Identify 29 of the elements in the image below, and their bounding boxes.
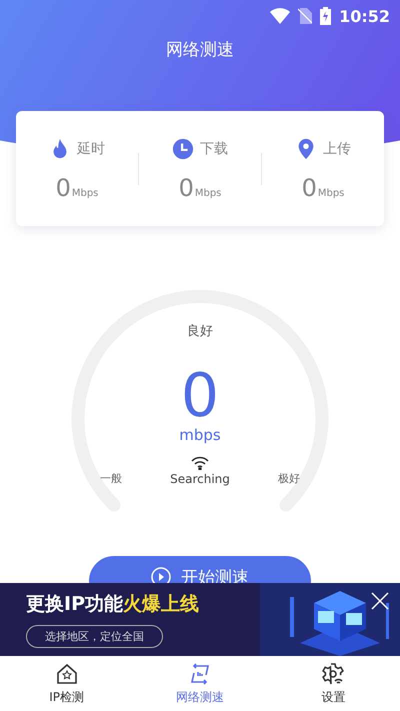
stat-unit: Mbps [318,188,344,198]
battery-charging-icon [320,7,332,25]
house-star-icon [54,662,79,686]
banner-subtitle: 选择地区，定位全国 [26,625,163,648]
wifi-icon [270,8,290,24]
scale-max-label: 极好 [278,471,300,486]
speed-unit: mbps [179,426,221,444]
stat-value: 0 [178,174,194,202]
page-title: 网络测速 [166,39,234,61]
status-text: Searching [170,472,230,486]
gear-wifi-icon [321,662,346,686]
nav-tab[interactable]: IP检测 [0,656,134,711]
close-icon[interactable] [370,591,390,611]
scale-min-label: 一般 [100,471,122,486]
rating-label: 良好 [187,323,213,340]
nav-tab[interactable]: 设置 [266,656,400,711]
stat-value: 0 [302,174,317,202]
stat-label: 延时 [77,140,105,158]
stat-label: 下载 [200,140,228,158]
no-sim-icon [298,8,312,24]
stat-unit: Mbps [194,188,222,198]
nav-tab[interactable]: 网络测速 [133,656,267,711]
stat-label: 上传 [323,140,351,158]
speed-value: 0 [180,366,220,426]
stat-unit: Mbps [72,188,98,198]
stat-value: 0 [56,174,71,202]
status-time: 10:52 [339,6,390,26]
wifi-icon [190,456,209,470]
ad-popup[interactable]: 更换IP功能火爆上线 选择地区，定位全国 [0,583,400,656]
